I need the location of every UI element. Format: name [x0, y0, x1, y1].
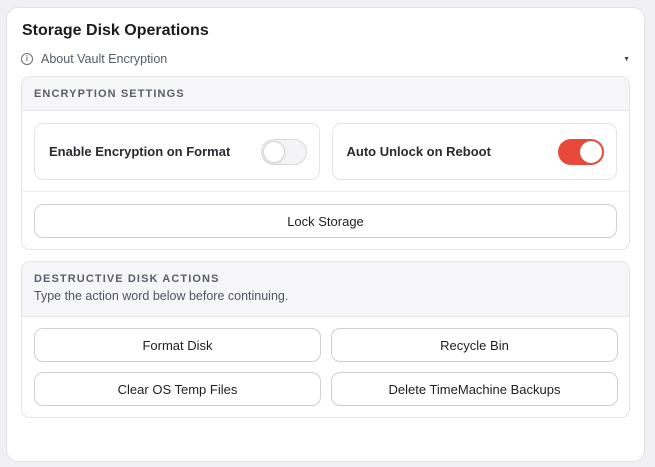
about-label: About Vault Encryption: [41, 52, 168, 66]
lock-storage-button[interactable]: Lock Storage: [34, 204, 617, 238]
caret-down-icon: ▼: [623, 55, 630, 63]
toggle-knob: [262, 140, 285, 163]
section-label: DESTRUCTIVE DISK ACTIONS: [34, 273, 220, 285]
info-icon: i: [21, 53, 33, 65]
destructive-actions-header: DESTRUCTIVE DISK ACTIONS Type the action…: [22, 262, 629, 317]
enable-encryption-toggle[interactable]: [260, 138, 307, 165]
divider: [22, 191, 629, 192]
delete-timemachine-backups-button[interactable]: Delete TimeMachine Backups: [331, 372, 618, 406]
about-disclosure[interactable]: i About Vault Encryption ▼: [21, 50, 630, 68]
toggle-card-auto-unlock: Auto Unlock on Reboot: [331, 123, 617, 180]
toggle-card-enable-encryption: Enable Encryption on Format: [34, 123, 320, 180]
encryption-settings-section: ENCRYPTION SETTINGS Enable Encryption on…: [21, 76, 630, 250]
toggle-knob: [580, 140, 602, 163]
section-label: ENCRYPTION SETTINGS: [34, 88, 185, 100]
panel-title: Storage Disk Operations: [22, 22, 209, 39]
clear-temp-files-button[interactable]: Clear OS Temp Files: [34, 372, 321, 406]
auto-unlock-toggle[interactable]: [558, 138, 604, 165]
toggle-row: Enable Encryption on Format Auto Unlock …: [34, 123, 617, 180]
recycle-bin-button[interactable]: Recycle Bin: [331, 328, 618, 362]
destructive-actions-section: DESTRUCTIVE DISK ACTIONS Type the action…: [21, 261, 630, 418]
format-disk-button[interactable]: Format Disk: [34, 328, 321, 362]
toggle-label: Enable Encryption on Format: [49, 144, 231, 159]
storage-panel: Storage Disk Operations i About Vault En…: [6, 7, 645, 462]
encryption-settings-header: ENCRYPTION SETTINGS: [22, 77, 629, 111]
toggle-label: Auto Unlock on Reboot: [346, 144, 491, 159]
section-instruction: Type the action word below before contin…: [34, 289, 289, 303]
